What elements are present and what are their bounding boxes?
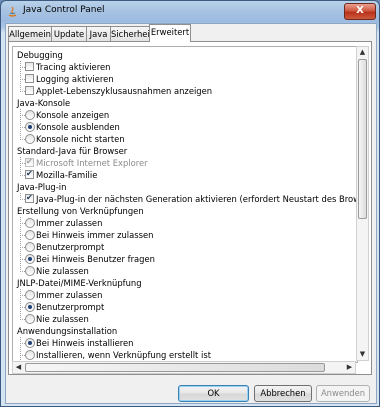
close-icon: X xyxy=(356,5,364,16)
jnlp-immer-zulassen-radio[interactable] xyxy=(25,290,35,300)
option-label: Microsoft Internet Explorer xyxy=(36,158,148,168)
scroll-left-icon[interactable]: ◀ xyxy=(13,362,24,373)
java-control-panel-window: Java Control Panel X Allgemein Update Ja… xyxy=(0,0,380,407)
category-standard-java-browser: Standard-Java für Browser xyxy=(17,146,128,156)
option-label: Nie zulassen xyxy=(36,266,89,276)
horizontal-scrollbar[interactable]: ◀ ▶ xyxy=(12,361,356,374)
jnlp-benutzerprompt-radio[interactable] xyxy=(25,302,35,312)
option-label: Benutzerprompt xyxy=(36,302,105,312)
nie-zulassen-radio[interactable] xyxy=(25,266,35,276)
scroll-down-icon[interactable]: ▼ xyxy=(357,349,368,360)
konsole-ausblenden-radio[interactable] xyxy=(25,122,35,132)
vertical-scrollbar[interactable]: ▲ ▼ xyxy=(356,46,369,361)
tracing-checkbox[interactable] xyxy=(25,62,34,71)
option-label: Mozilla-Familie xyxy=(36,170,98,180)
immer-zulassen-radio[interactable] xyxy=(25,218,35,228)
option-label: Applet-Lebenszyklusausnahmen anzeigen xyxy=(36,86,213,96)
bei-hinweis-benutzer-fragen-radio[interactable] xyxy=(25,254,35,264)
option-label: Installieren, wenn Verknüpfung erstellt … xyxy=(36,350,211,360)
tab-allgemein[interactable]: Allgemein xyxy=(8,26,52,41)
ok-button[interactable]: OK xyxy=(178,385,249,402)
window-title: Java Control Panel xyxy=(23,5,105,15)
client-area: Allgemein Update Java Sicherheit Erweite… xyxy=(5,23,377,404)
category-java-plugin: Java-Plug-in xyxy=(17,182,67,192)
cancel-button[interactable]: Abbrechen xyxy=(254,385,312,402)
settings-tree: Debugging Tracing aktivieren Logging akt… xyxy=(12,46,358,363)
tab-erweitert[interactable]: Erweitert xyxy=(149,24,191,42)
option-label: Konsole nicht starten xyxy=(36,134,125,144)
logging-checkbox[interactable] xyxy=(25,74,34,83)
category-jnlp: JNLP-Datei/MIME-Verknüpfung xyxy=(17,278,142,288)
category-debugging: Debugging xyxy=(17,50,63,60)
horizontal-scroll-thumb[interactable] xyxy=(25,363,325,372)
title-bar: Java Control Panel X xyxy=(1,1,379,23)
option-label: Bei Hinweis Benutzer fragen xyxy=(36,254,155,264)
vertical-scroll-thumb[interactable] xyxy=(358,59,367,219)
option-label: Benutzerprompt xyxy=(36,242,105,252)
tab-java[interactable]: Java xyxy=(86,26,111,41)
option-label: Bei Hinweis installieren xyxy=(36,338,134,348)
mozilla-checkbox[interactable] xyxy=(25,168,34,180)
erweitert-panel: Debugging Tracing aktivieren Logging akt… xyxy=(8,41,372,375)
option-label: Java-Plug-in der nächsten Generation akt… xyxy=(36,194,358,204)
benutzerprompt-radio[interactable] xyxy=(25,242,35,252)
installieren-verknuepfung-radio[interactable] xyxy=(25,350,35,360)
internet-explorer-checkbox xyxy=(25,156,34,168)
category-anwendungsinstallation: Anwendungsinstallation xyxy=(17,326,118,336)
tab-sicherheit[interactable]: Sicherheit xyxy=(110,26,153,41)
option-label: Tracing aktivieren xyxy=(36,62,111,72)
next-gen-plugin-checkbox[interactable] xyxy=(25,192,34,204)
bei-hinweis-installieren-radio[interactable] xyxy=(25,338,35,348)
option-label: Immer zulassen xyxy=(36,218,103,228)
option-label: Konsole ausblenden xyxy=(36,122,120,132)
scroll-up-icon[interactable]: ▲ xyxy=(357,47,368,58)
close-button[interactable]: X xyxy=(344,3,376,20)
applet-exceptions-checkbox[interactable] xyxy=(25,86,34,95)
category-verknuepfungen: Erstellung von Verknüpfungen xyxy=(17,206,144,216)
option-label: Konsole anzeigen xyxy=(36,110,110,120)
option-label: Nie zulassen xyxy=(36,314,89,324)
option-label: Logging aktivieren xyxy=(36,74,114,84)
bei-hinweis-immer-zulassen-radio[interactable] xyxy=(25,230,35,240)
option-label: Bei Hinweis immer zulassen xyxy=(36,230,154,240)
category-java-konsole: Java-Konsole xyxy=(17,98,71,108)
scroll-right-icon[interactable]: ▶ xyxy=(344,362,355,373)
tab-update[interactable]: Update xyxy=(51,26,87,41)
konsole-anzeigen-radio[interactable] xyxy=(25,110,35,120)
option-label: Immer zulassen xyxy=(36,290,103,300)
konsole-nicht-starten-radio[interactable] xyxy=(25,134,35,144)
jnlp-nie-zulassen-radio[interactable] xyxy=(25,314,35,324)
java-icon xyxy=(8,6,17,17)
apply-button: Anwenden xyxy=(316,385,370,402)
